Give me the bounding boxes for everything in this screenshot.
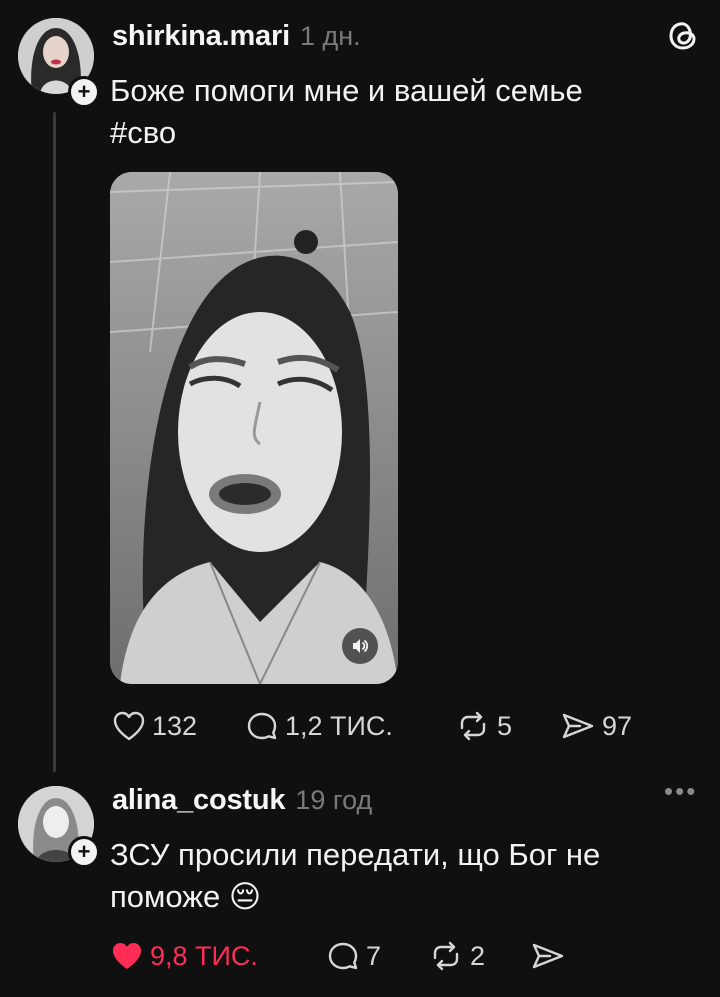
reply-like-action[interactable]: 9,8 ТИС. (110, 940, 258, 972)
video-frame (110, 172, 398, 684)
reply-reply-action[interactable]: 7 (326, 940, 381, 972)
pensive-emoji: 😔 (228, 879, 262, 915)
send-icon (562, 713, 594, 739)
reply-repost-action[interactable]: 2 (428, 940, 485, 972)
speaker-icon[interactable] (342, 628, 378, 664)
comment-icon (247, 712, 277, 740)
post-timestamp: 1 дн. (299, 21, 361, 51)
more-icon[interactable]: ••• (664, 776, 697, 807)
repost-action[interactable]: 5 (455, 710, 512, 742)
heart-icon (113, 711, 145, 741)
follow-plus-button[interactable]: + (68, 836, 100, 868)
share-count: 97 (602, 710, 633, 741)
reply-repost-count: 2 (470, 940, 486, 971)
threads-icon[interactable] (666, 18, 700, 52)
share-action[interactable]: 97 (560, 710, 632, 742)
follow-plus-button[interactable]: + (68, 76, 100, 108)
repost-icon (460, 711, 486, 741)
comment-icon (328, 942, 358, 970)
reply-like-count: 9,8 ТИС. (150, 940, 258, 971)
reply-text-word: поможе (110, 879, 221, 914)
post-hashtag[interactable]: #сво (110, 112, 710, 154)
post-text: Боже помоги мне и вашей семье #сво (110, 70, 710, 154)
repost-count: 5 (497, 710, 513, 741)
repost-icon (433, 941, 459, 971)
reply-share-action[interactable] (530, 940, 572, 972)
reply-text: ЗСУ просили передати, що Бог не поможе 😔 (110, 834, 710, 918)
thread-connector-line (53, 112, 56, 772)
post-header: shirkina.mari 1 дн. (112, 20, 361, 56)
reply-reply-count: 7 (366, 940, 382, 971)
reply-timestamp: 19 год (295, 785, 373, 815)
reply-count: 1,2 ТИС. (285, 710, 393, 741)
post-username[interactable]: shirkina.mari (112, 20, 290, 53)
send-icon (532, 943, 564, 969)
like-action[interactable]: 132 (112, 710, 197, 742)
reply-username[interactable]: alina_costuk (112, 784, 285, 817)
reply-action[interactable]: 1,2 ТИС. (245, 710, 393, 742)
heart-filled-icon (113, 943, 141, 969)
reply-header: alina_costuk 19 год (112, 784, 372, 820)
reply-text-line2: поможе 😔 (110, 876, 710, 918)
post-video[interactable] (110, 172, 398, 684)
like-count: 132 (152, 710, 198, 741)
post-text-line1: Боже помоги мне и вашей семье (110, 73, 583, 108)
reply-text-line1: ЗСУ просили передати, що Бог не (110, 837, 601, 872)
